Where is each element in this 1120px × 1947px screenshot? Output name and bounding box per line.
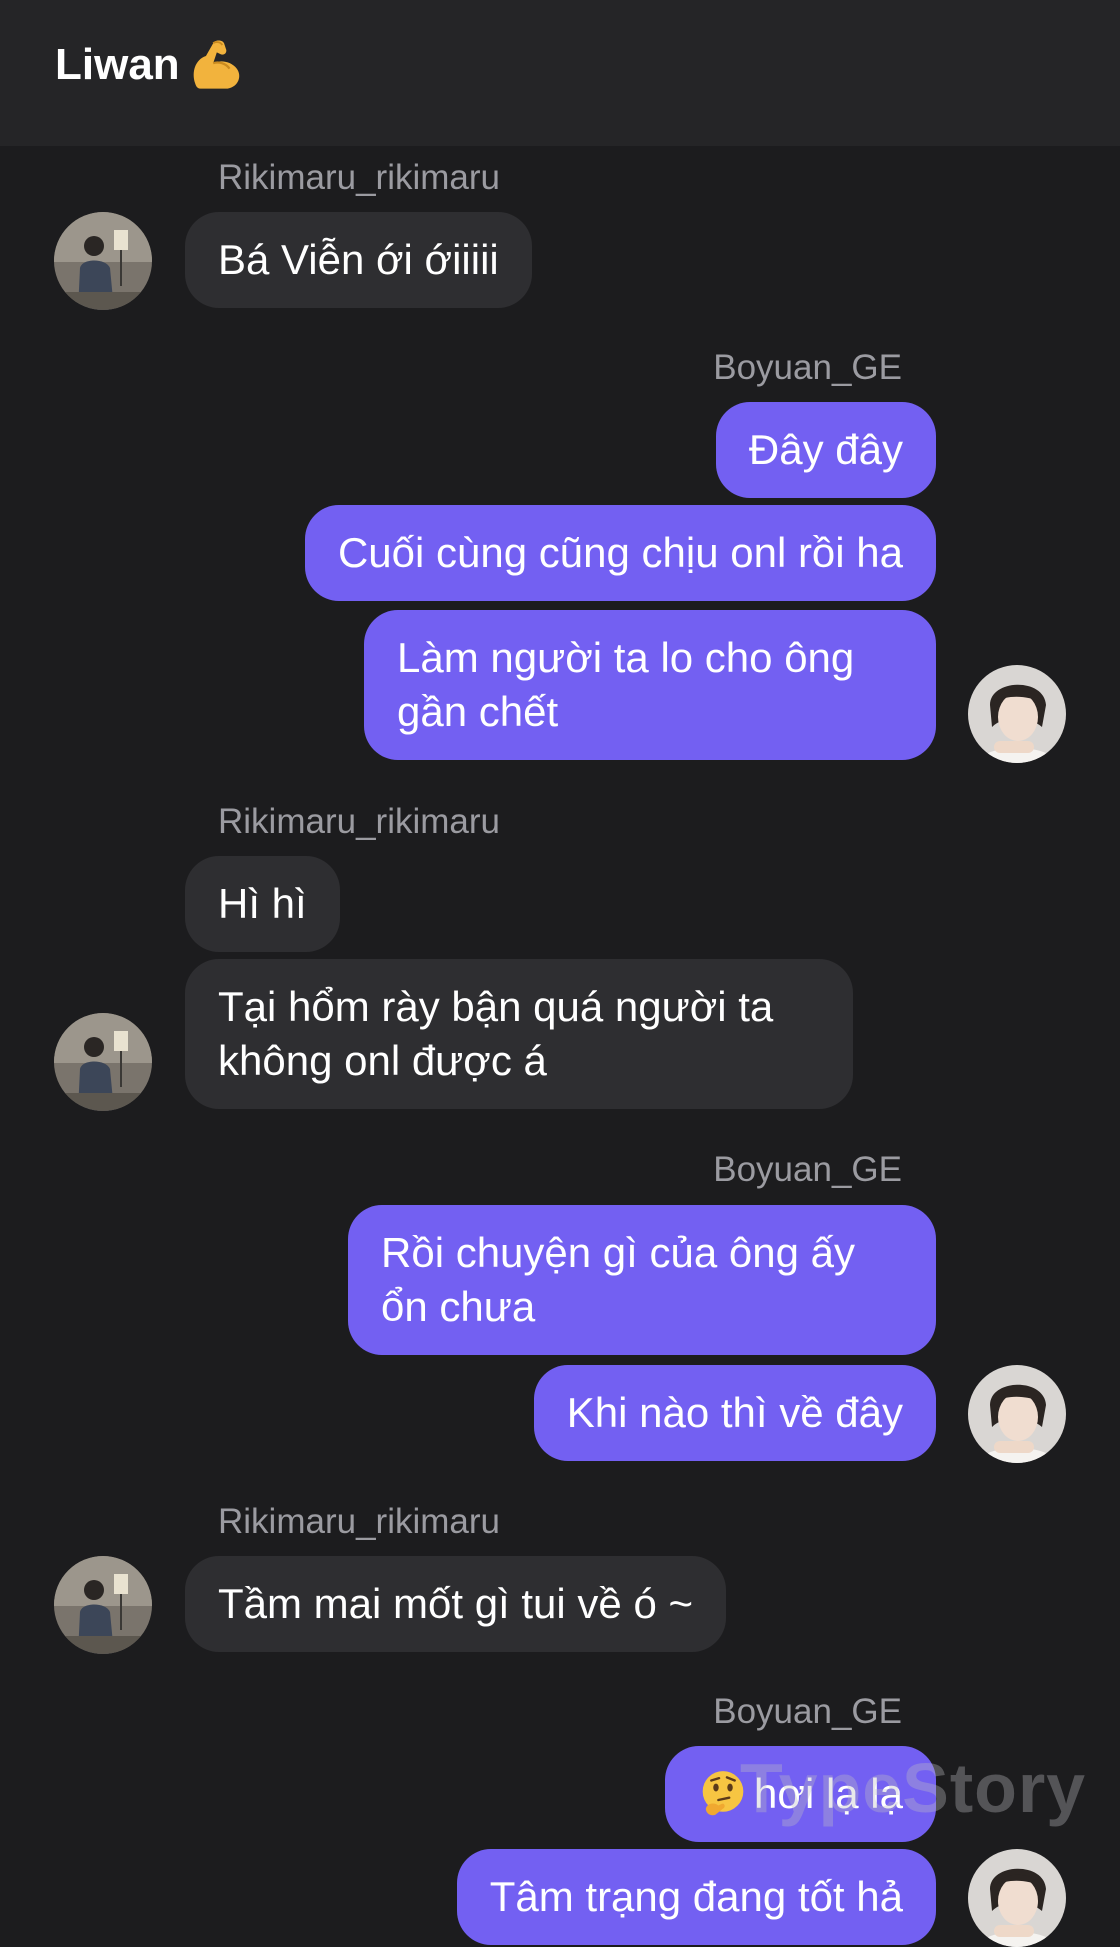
chat-title[interactable]: Liwan: [55, 38, 180, 92]
message-bubble-outgoing[interactable]: Tâm trạng đang tốt hả: [456, 1849, 936, 1945]
message-bubble-outgoing[interactable]: Rồi chuyện gì của ông ấy ổn chưa: [348, 1205, 936, 1355]
avatar-rikimaru[interactable]: [54, 1013, 152, 1111]
avatar-boyuan[interactable]: [968, 1849, 1066, 1947]
sender-name: Rikimaru_rikimaru: [218, 158, 500, 197]
message-bubble-outgoing[interactable]: Làm người ta lo cho ông gần chết: [364, 610, 936, 760]
sender-name: Boyuan_GE: [713, 1692, 902, 1731]
message-bubble-outgoing[interactable]: Khi nào thì về đây: [533, 1365, 936, 1461]
message-bubble-incoming[interactable]: Tại hổm rày bận quá người ta không onl đ…: [185, 959, 853, 1109]
avatar-boyuan[interactable]: [968, 665, 1066, 763]
sender-name: Rikimaru_rikimaru: [218, 1502, 500, 1541]
chat-header: Liwan: [0, 0, 1120, 146]
message-bubble-incoming[interactable]: Tầm mai mốt gì tui về ó ~: [185, 1556, 727, 1652]
sender-name: Rikimaru_rikimaru: [218, 802, 500, 841]
message-bubble-outgoing[interactable]: Cuối cùng cũng chịu onl rồi ha: [304, 505, 936, 601]
message-bubble-incoming[interactable]: Hì hì: [185, 856, 340, 952]
watermark-logo: TypeStory: [740, 1749, 1087, 1827]
avatar-rikimaru[interactable]: [54, 212, 152, 310]
sender-name: Boyuan_GE: [713, 1150, 902, 1189]
message-bubble-incoming[interactable]: Bá Viễn ới ớiiiii: [185, 212, 532, 308]
message-bubble-outgoing[interactable]: Đây đây: [715, 402, 936, 498]
avatar-rikimaru[interactable]: [54, 1556, 152, 1654]
sender-name: Boyuan_GE: [713, 348, 902, 387]
avatar-boyuan[interactable]: [968, 1365, 1066, 1463]
flexed-biceps-icon: [193, 40, 240, 89]
